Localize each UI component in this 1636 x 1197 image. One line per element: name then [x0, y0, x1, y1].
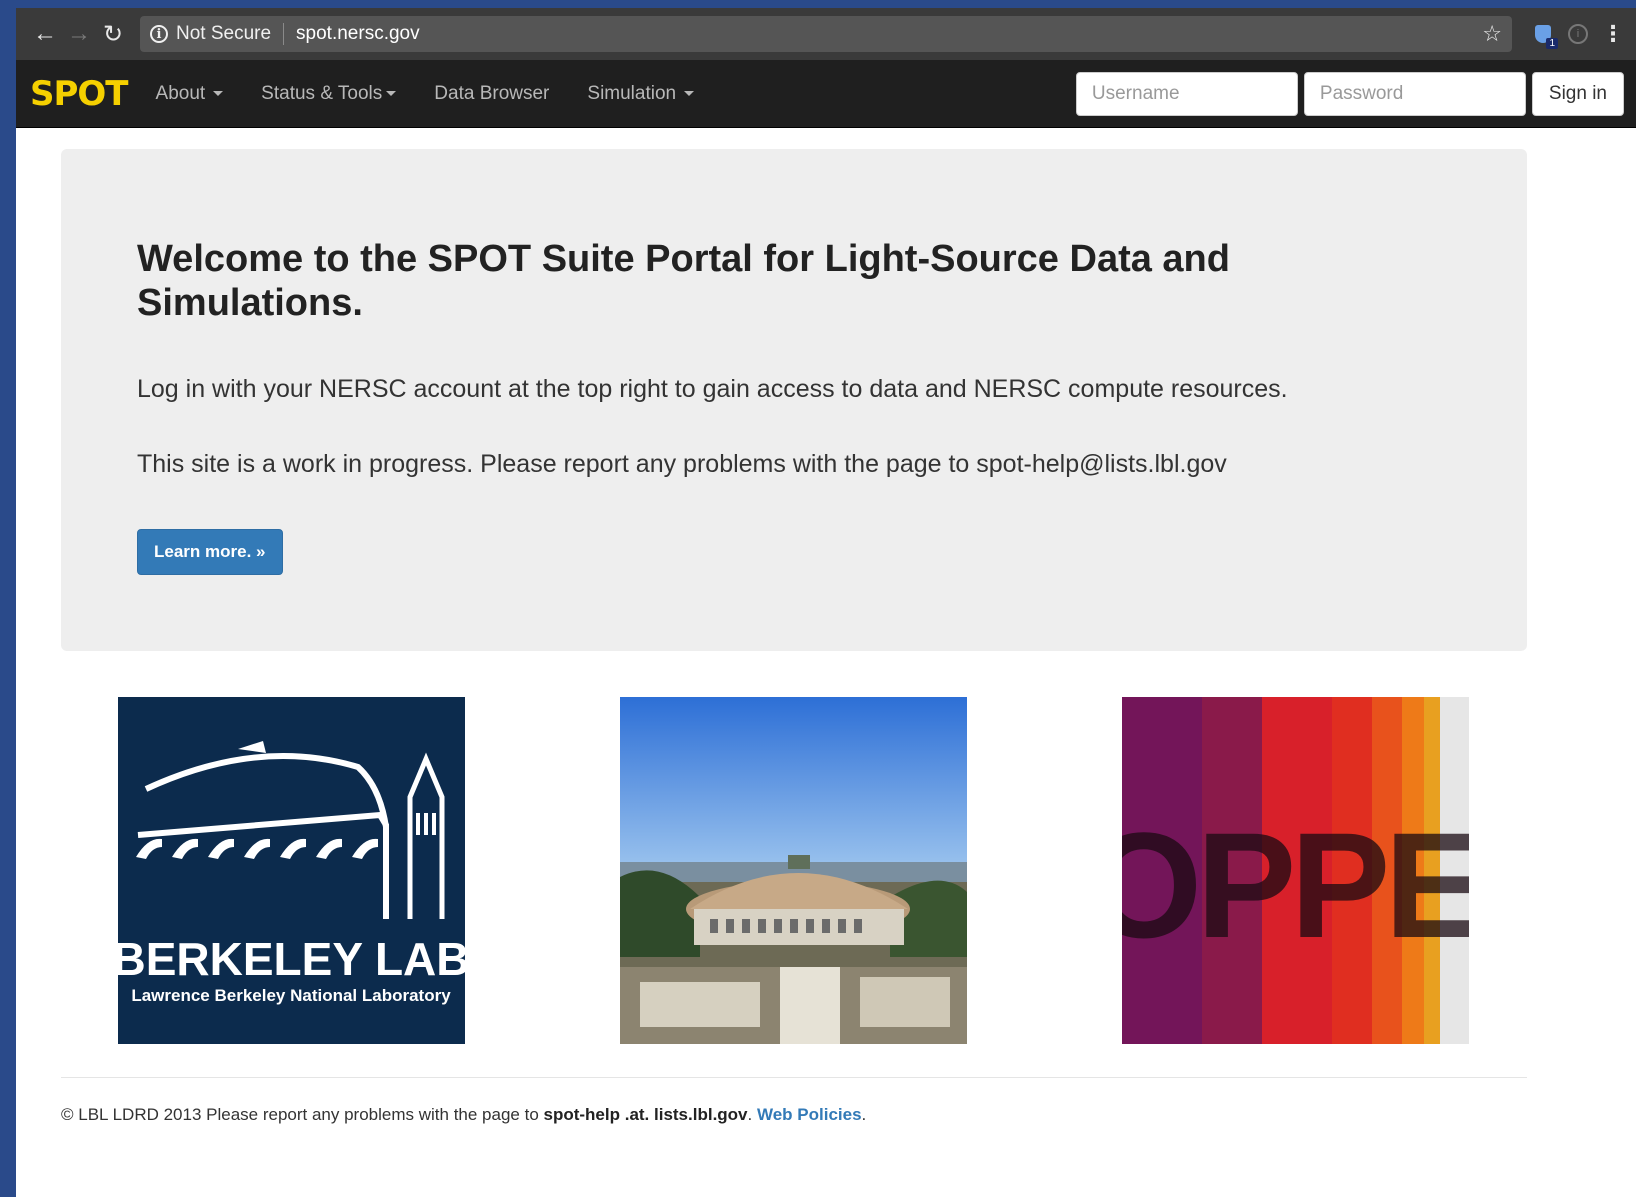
hopper-supercomputer-graphic: HOPPER — [1122, 697, 1469, 1044]
omnibox-divider — [283, 23, 285, 45]
light-source-dome-graphic — [620, 697, 967, 1044]
password-input[interactable] — [1303, 71, 1526, 116]
lab-logo-subtitle: Lawrence Berkeley National Laboratory — [131, 986, 451, 1005]
url-text[interactable]: spot.nersc.gov — [296, 23, 420, 45]
login-form: Sign in — [1075, 71, 1624, 116]
berkeley-lab-logo-graphic: BERKELEY LAB Lawrence Berkeley National … — [118, 697, 465, 1044]
nav-data-browser[interactable]: Data Browser — [434, 83, 549, 105]
caret-down-icon — [386, 91, 397, 96]
web-policies-link[interactable]: Web Policies — [757, 1105, 862, 1124]
berkeley-lab-logo-image: BERKELEY LAB Lawrence Berkeley National … — [118, 697, 465, 1044]
footer: © LBL LDRD 2013 Please report any proble… — [61, 1105, 866, 1125]
login-instructions: Log in with your NERSC account at the to… — [137, 375, 1288, 403]
footer-email: spot-help .at. lists.lbl.gov — [543, 1105, 748, 1124]
footer-separator: . — [747, 1105, 757, 1124]
hopper-supercomputer-photo: HOPPER — [1122, 697, 1469, 1044]
username-input[interactable] — [1075, 71, 1298, 116]
info-icon[interactable]: i — [150, 25, 168, 43]
browser-menu-icon[interactable]: ⋮ — [1602, 21, 1624, 47]
lab-logo-title: BERKELEY LAB — [118, 933, 465, 985]
footer-suffix: . — [861, 1105, 867, 1124]
footer-text: © LBL LDRD 2013 Please report any proble… — [61, 1105, 544, 1124]
hopper-text: HOPPER — [1122, 801, 1469, 969]
footer-divider — [61, 1077, 1527, 1078]
welcome-jumbotron: Welcome to the SPOT Suite Portal for Lig… — [61, 149, 1527, 651]
browser-window: ← → ↻ i Not Secure spot.nersc.gov ☆ 1 i … — [16, 8, 1636, 1197]
spot-logo[interactable]: SPOT — [30, 74, 129, 114]
nav-data-browser-label: Data Browser — [434, 82, 550, 104]
forward-arrow-icon[interactable]: → — [62, 17, 96, 51]
extension-icon[interactable]: 1 — [1530, 21, 1558, 49]
nav-simulation-label: Simulation — [587, 82, 677, 104]
site-navbar: SPOT About Status & Tools Data Browser S… — [16, 60, 1636, 128]
work-in-progress-notice: This site is a work in progress. Please … — [137, 450, 1227, 478]
nav-about-label: About — [155, 82, 206, 104]
advanced-light-source-photo — [620, 697, 967, 1044]
nav-about[interactable]: About — [156, 83, 224, 105]
extension-badge: 1 — [1546, 38, 1558, 49]
back-arrow-icon[interactable]: ← — [28, 17, 62, 51]
bookmark-star-icon[interactable]: ☆ — [1482, 21, 1502, 47]
page-title: Welcome to the SPOT Suite Portal for Lig… — [137, 238, 1230, 324]
nav-simulation[interactable]: Simulation — [587, 82, 695, 105]
browser-toolbar: ← → ↻ i Not Secure spot.nersc.gov ☆ 1 i … — [16, 8, 1636, 60]
address-bar[interactable]: i Not Secure spot.nersc.gov ☆ — [140, 16, 1512, 52]
learn-more-button[interactable]: Learn more. » — [137, 529, 283, 575]
nav-status-tools[interactable]: Status & Tools — [261, 82, 397, 105]
sign-in-button[interactable]: Sign in — [1531, 71, 1624, 116]
security-label: Not Secure — [176, 23, 272, 44]
caret-down-icon — [684, 91, 695, 96]
nav-status-tools-label: Status & Tools — [261, 82, 383, 104]
reload-icon[interactable]: ↻ — [96, 17, 130, 51]
extension-info-icon[interactable]: i — [1568, 24, 1588, 44]
caret-down-icon — [213, 91, 224, 96]
